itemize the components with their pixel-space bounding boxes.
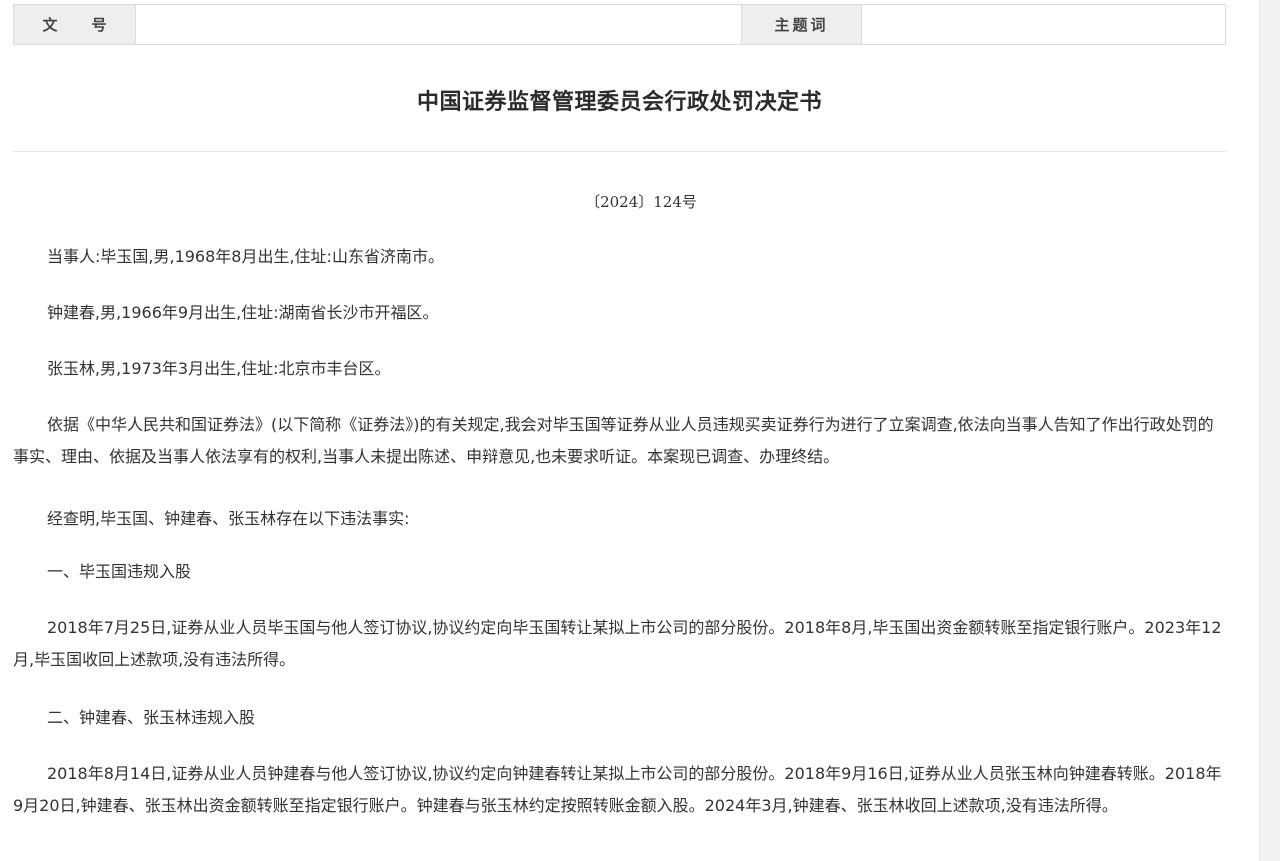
document-meta-table: 文 号 主题词: [13, 4, 1226, 45]
section-heading-1: 一、毕玉国违规入股: [47, 562, 192, 581]
document-title: 中国证券监督管理委员会行政处罚决定书: [416, 90, 822, 115]
document-number-value: [136, 5, 741, 44]
paragraph-party-2: 钟建春,男,1966年9月出生,住址:湖南省长沙市开福区。: [47, 303, 439, 322]
document-number-label-char-2: 号: [91, 16, 107, 34]
scrollbar-track[interactable]: [1259, 0, 1280, 861]
document-number-label: 文 号: [14, 5, 136, 44]
title-divider: [13, 151, 1226, 152]
paragraph-party-1: 当事人:毕玉国,男,1968年8月出生,住址:山东省济南市。: [47, 247, 444, 266]
document-page: 文 号 主题词 中国证券监督管理委员会行政处罚决定书 〔2024〕124号 当事…: [0, 0, 1280, 861]
subject-terms-label: 主题词: [741, 5, 862, 44]
paragraph-findings-intro: 经查明,毕玉国、钟建春、张玉林存在以下违法事实:: [47, 509, 410, 528]
document-number-label-char-1: 文: [42, 16, 58, 34]
section-heading-2: 二、钟建春、张玉林违规入股: [47, 708, 256, 727]
decision-number: 〔2024〕124号: [585, 193, 697, 211]
paragraph-fact-2: 2018年8月14日,证券从业人员钟建春与他人签订协议,协议约定向钟建春转让某拟…: [13, 764, 1222, 815]
paragraph-basis: 依据《中华人民共和国证券法》(以下简称《证券法》)的有关规定,我会对毕玉国等证券…: [13, 415, 1214, 466]
paragraph-fact-1: 2018年7月25日,证券从业人员毕玉国与他人签订协议,协议约定向毕玉国转让某拟…: [13, 618, 1222, 669]
subject-terms-value: [862, 5, 1225, 44]
paragraph-party-3: 张玉林,男,1973年3月出生,住址:北京市丰台区。: [47, 359, 391, 378]
